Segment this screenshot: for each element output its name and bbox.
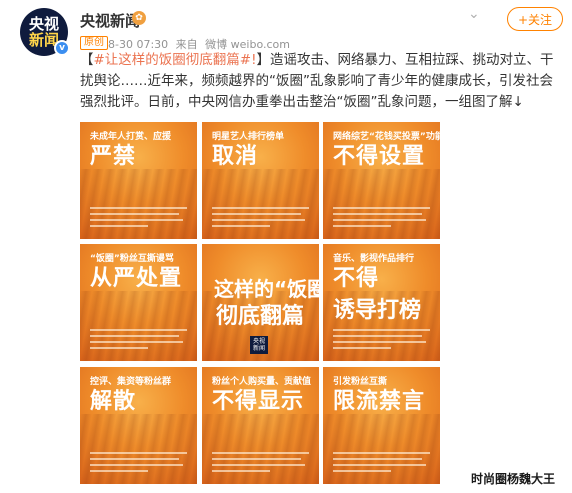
watermark-text: 时尚圈杨魏大王 <box>471 472 556 486</box>
image-tile[interactable]: 引发粉丝互撕 限流禁言 <box>323 367 440 484</box>
cctv-logo: 央视 新闻 <box>250 336 268 354</box>
tile-title: 限流禁言 <box>333 389 426 414</box>
member-badge-icon: ✿ <box>132 11 146 25</box>
image-tile[interactable]: “饭圈”粉丝互撕谩骂 从严处置 <box>80 244 197 361</box>
tile-subtitle: 网络综艺“花钱买投票”功能 <box>333 132 440 142</box>
tile-title: 不得设置 <box>333 144 426 169</box>
image-tile[interactable]: 控评、集资等粉丝群 解散 <box>80 367 197 484</box>
tile-title: 严禁 <box>90 144 137 169</box>
tile-title: 这样的“饭圈” <box>214 277 319 301</box>
image-tile[interactable]: 粉丝个人购买量、贡献值 不得显示 <box>202 367 319 484</box>
tile-subtitle: “饭圈”粉丝互撕谩骂 <box>90 254 174 264</box>
tile-title: 解散 <box>90 389 137 414</box>
tile-fineprint <box>212 207 309 229</box>
tile-fineprint <box>333 207 430 229</box>
text-open-bracket: 【 <box>80 52 94 68</box>
tile-subtitle: 控评、集资等粉丝群 <box>90 377 172 387</box>
tile-subtitle: 未成年人打赏、应援 <box>90 132 172 142</box>
chevron-down-icon[interactable]: ⌄ <box>468 6 480 22</box>
tile-title: 不得 <box>333 266 380 291</box>
hashtag-link[interactable]: #让这样的饭圈彻底翻篇#! <box>94 52 257 68</box>
image-tile[interactable]: 网络综艺“花钱买投票”功能 不得设置 <box>323 122 440 239</box>
tile-fineprint <box>333 329 430 351</box>
tile-fineprint <box>333 452 430 474</box>
image-grid: 未成年人打赏、应援 严禁 明星艺人排行榜单 取消 网络综艺“花钱买投票”功能 不… <box>80 122 440 490</box>
tile-fineprint <box>90 452 187 474</box>
tile-title-line2: 彻底翻篇 <box>216 304 305 329</box>
verified-icon: v <box>54 40 70 56</box>
tile-subtitle: 音乐、影视作品排行 <box>333 254 415 264</box>
weibo-post-card: 央视 新闻 v 央视新闻 ✿ 原创 8-30 07:30 来自 微博 weibo… <box>0 0 572 493</box>
author-name[interactable]: 央视新闻 <box>80 10 140 31</box>
image-tile[interactable]: 音乐、影视作品排行 不得 诱导打榜 <box>323 244 440 361</box>
tile-fineprint <box>90 329 187 351</box>
image-tile[interactable]: 未成年人打赏、应援 严禁 <box>80 122 197 239</box>
tile-title: 不得显示 <box>212 389 305 414</box>
tile-subtitle: 明星艺人排行榜单 <box>212 132 285 142</box>
tile-fineprint <box>90 207 187 229</box>
tile-subtitle: 粉丝个人购买量、贡献值 <box>212 377 312 387</box>
image-tile-cover[interactable]: 这样的“饭圈” 彻底翻篇 央视 新闻 <box>202 244 319 361</box>
logo-text-top: 央视 <box>252 338 265 345</box>
tile-title: 取消 <box>212 144 259 169</box>
tile-subtitle: 引发粉丝互撕 <box>333 377 388 387</box>
logo-text-bottom: 新闻 <box>252 345 265 352</box>
tile-title: 从严处置 <box>90 266 183 291</box>
avatar-text-top: 央视 <box>28 15 59 33</box>
original-tag: 原创 <box>80 36 108 50</box>
post-text: 【#让这样的饭圈彻底翻篇#!】造谣攻击、网络暴力、互相拉踩、挑动对立、干扰舆论…… <box>80 50 565 113</box>
image-tile[interactable]: 明星艺人排行榜单 取消 <box>202 122 319 239</box>
tile-fineprint <box>212 452 309 474</box>
follow-button[interactable]: +关注 <box>507 7 563 31</box>
tile-title-line2: 诱导打榜 <box>333 298 422 323</box>
